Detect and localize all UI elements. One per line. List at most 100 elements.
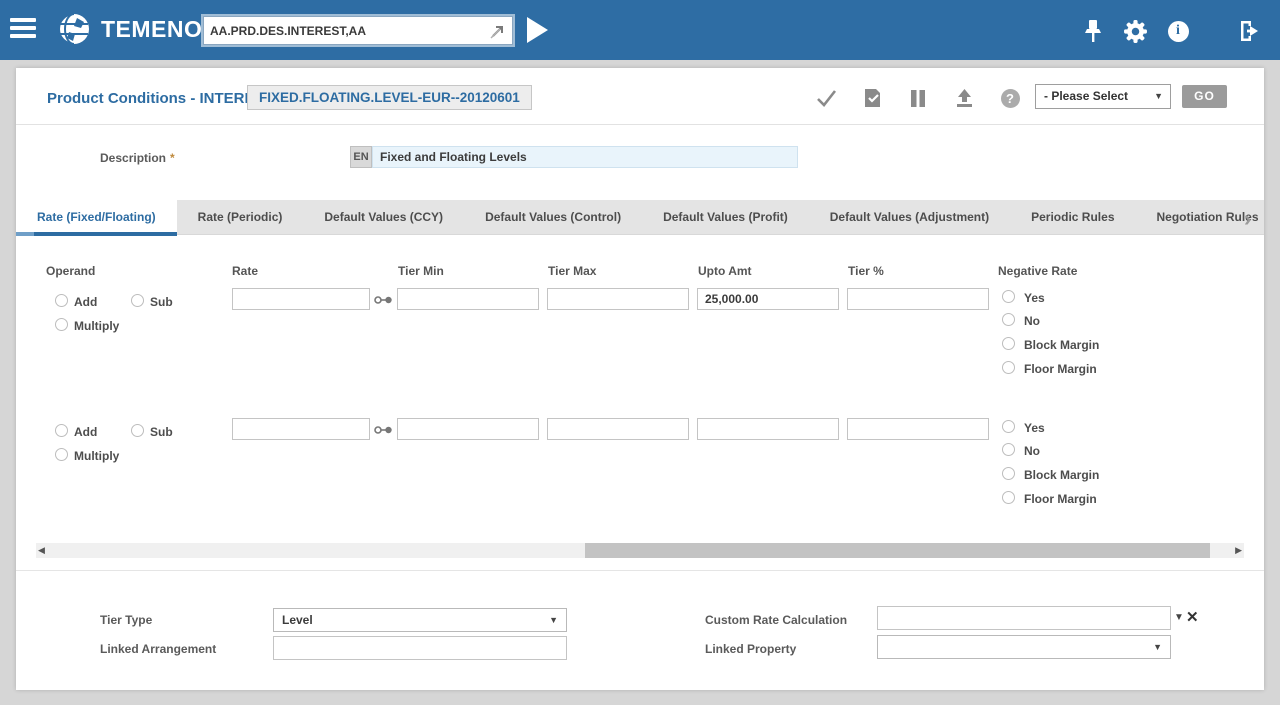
row2-operand-add-label: Add <box>74 425 97 439</box>
row2-rate-input[interactable] <box>232 418 370 440</box>
tab-negotiation-rules[interactable]: Negotiation Rules <box>1136 200 1280 235</box>
row1-rate-input[interactable] <box>232 288 370 310</box>
description-label: Description* <box>100 151 175 165</box>
run-command-icon[interactable] <box>524 15 554 45</box>
row2-negative-yes-radio[interactable] <box>1002 420 1015 433</box>
row1-tier-pct-input[interactable] <box>847 288 989 310</box>
row1-operand-add-label: Add <box>74 295 97 309</box>
row2-operand-sub-label: Sub <box>150 425 173 439</box>
required-asterisk: * <box>170 151 175 165</box>
tab-default-values-profit[interactable]: Default Values (Profit) <box>642 200 809 235</box>
custom-rate-dropdown-icon[interactable]: ▼ <box>1174 612 1184 623</box>
menu-icon[interactable] <box>10 18 36 42</box>
header-divider <box>16 124 1264 125</box>
row2-upto-amt-input[interactable] <box>697 418 839 440</box>
tab-bar: Rate (Fixed/Floating) Rate (Periodic) De… <box>16 200 1264 235</box>
row1-negative-block-margin-label: Block Margin <box>1024 338 1099 352</box>
temenos-logo: TEMENOS <box>55 10 218 48</box>
command-line-box <box>203 16 513 45</box>
row2-operand-add-radio[interactable] <box>55 424 68 437</box>
row1-negative-no-radio[interactable] <box>1002 313 1015 326</box>
linked-property-select[interactable]: ▼ <box>877 635 1171 659</box>
col-negative-rate: Negative Rate <box>998 264 1077 278</box>
description-input[interactable] <box>372 146 798 168</box>
footer-divider <box>16 570 1264 571</box>
horizontal-scrollbar[interactable]: ◀ ▶ <box>36 543 1244 558</box>
linked-property-label: Linked Property <box>705 642 796 656</box>
custom-rate-calculation-input[interactable] <box>877 606 1171 630</box>
row1-link-icon[interactable] <box>374 294 393 306</box>
row2-tier-min-input[interactable] <box>397 418 539 440</box>
row1-operand-sub-label: Sub <box>150 295 173 309</box>
go-button[interactable]: GO <box>1182 85 1227 108</box>
content-panel: Product Conditions - INTEREST FIXED.FLOA… <box>16 68 1264 690</box>
action-select[interactable]: - Please Select ▼ <box>1035 84 1171 109</box>
commit-document-icon[interactable] <box>861 87 883 109</box>
tier-type-label: Tier Type <box>100 613 152 627</box>
custom-rate-clear-icon[interactable]: ✕ <box>1186 608 1199 626</box>
action-select-value: - Please Select <box>1044 89 1128 103</box>
row2-negative-floor-margin-label: Floor Margin <box>1024 492 1097 506</box>
row2-operand-multiply-label: Multiply <box>74 449 119 463</box>
top-bar: TEMENOS <box>0 0 1280 60</box>
row2-tier-max-input[interactable] <box>547 418 689 440</box>
row1-negative-floor-margin-label: Floor Margin <box>1024 362 1097 376</box>
scrollbar-thumb[interactable] <box>585 543 1210 558</box>
col-rate: Rate <box>232 264 258 278</box>
row1-operand-multiply-radio[interactable] <box>55 318 68 331</box>
upload-icon[interactable] <box>953 87 975 109</box>
tab-default-values-ccy[interactable]: Default Values (CCY) <box>303 200 464 235</box>
tab-default-values-adjustment[interactable]: Default Values (Adjustment) <box>809 200 1010 235</box>
sign-out-icon[interactable] <box>1236 18 1262 44</box>
row2-link-icon[interactable] <box>374 424 393 436</box>
row1-negative-block-margin-radio[interactable] <box>1002 337 1015 350</box>
scroll-left-arrow-icon[interactable]: ◀ <box>38 544 45 557</box>
language-badge: EN <box>350 146 372 168</box>
col-upto-amt: Upto Amt <box>698 264 752 278</box>
row2-negative-block-margin-radio[interactable] <box>1002 467 1015 480</box>
row2-tier-pct-input[interactable] <box>847 418 989 440</box>
row1-operand-add-radio[interactable] <box>55 294 68 307</box>
tab-default-values-control[interactable]: Default Values (Control) <box>464 200 642 235</box>
col-operand: Operand <box>46 264 95 278</box>
tab-rate-fixed-floating[interactable]: Rate (Fixed/Floating) <box>16 200 177 235</box>
tab-periodic-rules[interactable]: Periodic Rules <box>1010 200 1135 235</box>
col-tier-min: Tier Min <box>398 264 444 278</box>
hold-pause-icon[interactable] <box>907 87 929 109</box>
chevron-down-icon: ▼ <box>1154 85 1163 108</box>
chevron-down-icon: ▼ <box>549 609 558 631</box>
row2-negative-no-radio[interactable] <box>1002 443 1015 456</box>
tier-type-value: Level <box>282 613 313 627</box>
row2-operand-sub-radio[interactable] <box>131 424 144 437</box>
tier-type-select[interactable]: Level ▼ <box>273 608 567 632</box>
row1-operand-sub-radio[interactable] <box>131 294 144 307</box>
globe-icon <box>55 10 93 48</box>
tab-rate-periodic[interactable]: Rate (Periodic) <box>177 200 304 235</box>
expand-arrow-icon[interactable] <box>489 22 507 40</box>
row2-negative-yes-label: Yes <box>1024 421 1045 435</box>
linked-arrangement-label: Linked Arrangement <box>100 642 216 656</box>
scroll-right-arrow-icon[interactable]: ▶ <box>1235 544 1242 557</box>
gear-icon[interactable] <box>1122 18 1148 44</box>
row2-negative-block-margin-label: Block Margin <box>1024 468 1099 482</box>
row1-negative-no-label: No <box>1024 314 1040 328</box>
help-icon[interactable]: ? <box>999 87 1021 109</box>
col-tier-pct: Tier % <box>848 264 884 278</box>
row1-operand-multiply-label: Multiply <box>74 319 119 333</box>
command-input[interactable] <box>204 18 489 43</box>
tabs-scroll-right-icon[interactable]: › <box>1244 211 1251 227</box>
row2-negative-floor-margin-radio[interactable] <box>1002 491 1015 504</box>
row2-operand-multiply-radio[interactable] <box>55 448 68 461</box>
validate-check-icon[interactable] <box>815 87 837 109</box>
record-id: FIXED.FLOATING.LEVEL-EUR--20120601 <box>247 85 532 110</box>
linked-arrangement-input[interactable] <box>273 636 567 660</box>
pin-icon[interactable] <box>1080 18 1106 44</box>
row1-negative-yes-label: Yes <box>1024 291 1045 305</box>
row1-negative-floor-margin-radio[interactable] <box>1002 361 1015 374</box>
row1-tier-max-input[interactable] <box>547 288 689 310</box>
chevron-down-icon: ▼ <box>1153 636 1162 658</box>
info-icon[interactable]: i <box>1165 18 1191 44</box>
row1-upto-amt-input[interactable] <box>697 288 839 310</box>
row1-tier-min-input[interactable] <box>397 288 539 310</box>
row1-negative-yes-radio[interactable] <box>1002 290 1015 303</box>
